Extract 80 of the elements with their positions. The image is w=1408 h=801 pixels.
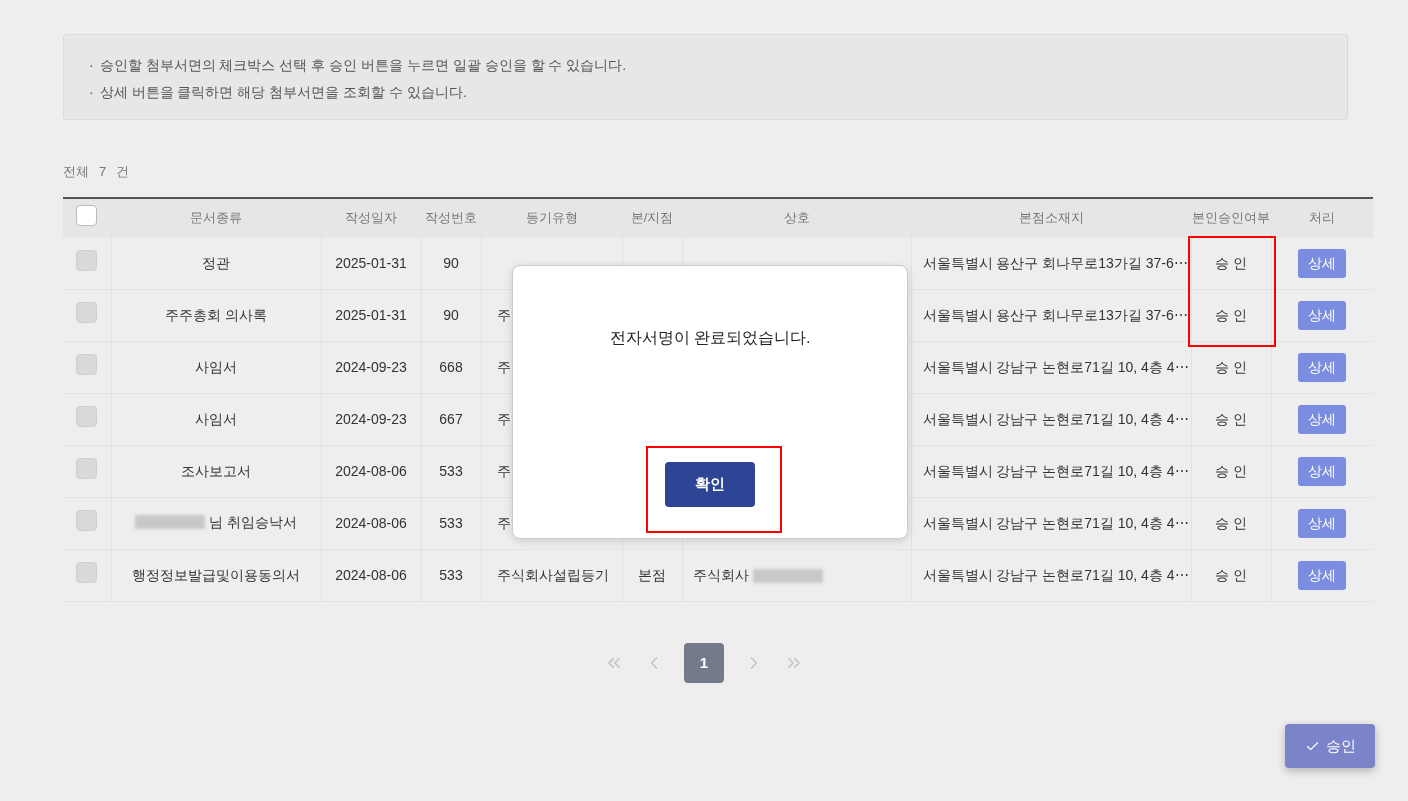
notice-text: 상세 버튼을 클릭하면 해당 첨부서면을 조회할 수 있습니다. bbox=[99, 83, 467, 102]
number-cell: 533 bbox=[439, 567, 463, 583]
approval-status: 승 인 bbox=[1215, 411, 1247, 427]
registration-type: 주 bbox=[496, 463, 511, 479]
total-count: 7 bbox=[99, 163, 107, 181]
number-cell: 667 bbox=[439, 411, 463, 427]
document-type: 님 취임승낙서 bbox=[209, 512, 297, 532]
checkbox[interactable] bbox=[76, 204, 98, 226]
branch-cell: 본점 bbox=[638, 567, 666, 583]
bullet: · bbox=[89, 56, 94, 75]
detail-button[interactable]: 상세 bbox=[1297, 405, 1346, 434]
blurred-text bbox=[135, 515, 206, 530]
date-cell: 2024-08-06 bbox=[335, 515, 407, 531]
document-type: 주주총회 의사록 bbox=[165, 306, 267, 325]
number-cell: 533 bbox=[439, 463, 463, 479]
address-cell: 서울특별시 용산구 회나무로13가길 37-6⋯ bbox=[922, 254, 1188, 271]
column-header: 본점소재지 bbox=[1018, 210, 1084, 226]
checkbox[interactable] bbox=[76, 510, 98, 531]
approval-status: 승 인 bbox=[1215, 463, 1247, 479]
page-button[interactable]: 1 bbox=[684, 643, 724, 683]
date-cell: 2024-08-06 bbox=[335, 463, 407, 479]
detail-button[interactable]: 상세 bbox=[1297, 248, 1346, 278]
address-cell: 서울특별시 강남구 논현로71길 10, 4층 4⋯ bbox=[922, 567, 1189, 583]
detail-button[interactable]: 상세 bbox=[1297, 301, 1346, 330]
dialog-message: 전자서명이 완료되었습니다. bbox=[609, 328, 811, 348]
column-header: 문서종류 bbox=[190, 210, 242, 226]
address-cell: 서울특별시 강남구 논현로71길 10, 4층 4⋯ bbox=[922, 359, 1189, 375]
approve-button[interactable]: 승인 bbox=[1285, 724, 1375, 768]
column-header: 작성일자 bbox=[345, 210, 397, 226]
checkbox[interactable] bbox=[76, 562, 98, 583]
column-header: 처리 bbox=[1308, 210, 1335, 226]
detail-button[interactable]: 상세 bbox=[1297, 457, 1346, 486]
number-cell: 668 bbox=[439, 359, 463, 375]
address-cell: 서울특별시 강남구 논현로71길 10, 4층 4⋯ bbox=[922, 463, 1189, 479]
detail-button[interactable]: 상세 bbox=[1297, 509, 1346, 538]
number-cell: 533 bbox=[439, 515, 463, 531]
address-cell: 서울특별시 강남구 논현로71길 10, 4층 4⋯ bbox=[922, 515, 1189, 531]
address-cell: 서울특별시 강남구 논현로71길 10, 4층 4⋯ bbox=[922, 411, 1189, 427]
registration-type: 주 bbox=[496, 411, 511, 427]
registration-type: 주 bbox=[496, 307, 511, 323]
checkbox[interactable] bbox=[76, 406, 98, 427]
blurred-text bbox=[752, 568, 823, 583]
registration-type: 주 bbox=[496, 515, 511, 531]
approval-status: 승 인 bbox=[1215, 515, 1247, 531]
date-cell: 2024-09-23 bbox=[335, 359, 407, 375]
column-header: 작성번호 bbox=[425, 210, 477, 226]
document-type: 조사보고서 bbox=[181, 462, 251, 481]
detail-button[interactable]: 상세 bbox=[1297, 353, 1346, 382]
total-label: 전체 bbox=[63, 163, 89, 181]
notice-text: 승인할 첨부서면의 체크박스 선택 후 승인 버튼을 누르면 일괄 승인을 할 수 있습니다. bbox=[99, 56, 627, 75]
checkbox[interactable] bbox=[76, 302, 98, 323]
document-type: 행정정보발급및이용동의서 bbox=[132, 566, 300, 585]
date-cell: 2024-08-06 bbox=[335, 567, 407, 583]
date-cell: 2025-01-31 bbox=[335, 307, 407, 323]
address-cell: 서울특별시 용산구 회나무로13가길 37-6⋯ bbox=[922, 307, 1188, 323]
column-header: 본/지점 bbox=[630, 210, 674, 226]
column-header: 등기유형 bbox=[525, 210, 578, 226]
document-type: 사임서 bbox=[195, 358, 237, 377]
checkbox[interactable] bbox=[76, 354, 98, 375]
date-cell: 2024-09-23 bbox=[335, 411, 407, 427]
document-type: 사임서 bbox=[195, 410, 237, 429]
number-cell: 90 bbox=[443, 307, 459, 323]
company-name: 주식회사 bbox=[692, 566, 749, 585]
detail-button[interactable]: 상세 bbox=[1297, 561, 1346, 590]
registration-type: 주 bbox=[496, 359, 511, 375]
column-header: 본인승인여부 bbox=[1192, 210, 1270, 226]
document-type: 정관 bbox=[202, 253, 230, 273]
approval-status: 승 인 bbox=[1215, 567, 1247, 583]
confirm-button[interactable]: 확인 bbox=[665, 462, 755, 507]
number-cell: 90 bbox=[443, 254, 459, 271]
bullet: · bbox=[89, 83, 94, 102]
date-cell: 2025-01-31 bbox=[335, 254, 407, 271]
column-header: 상호 bbox=[783, 210, 810, 226]
checkbox[interactable] bbox=[76, 458, 98, 479]
total-unit: 건 bbox=[116, 163, 130, 181]
approval-status: 승 인 bbox=[1215, 307, 1247, 323]
registration-type: 주식회사설립등기 bbox=[496, 567, 609, 583]
approval-status: 승 인 bbox=[1215, 254, 1247, 271]
approval-status: 승 인 bbox=[1215, 359, 1247, 375]
checkbox[interactable] bbox=[76, 249, 98, 271]
